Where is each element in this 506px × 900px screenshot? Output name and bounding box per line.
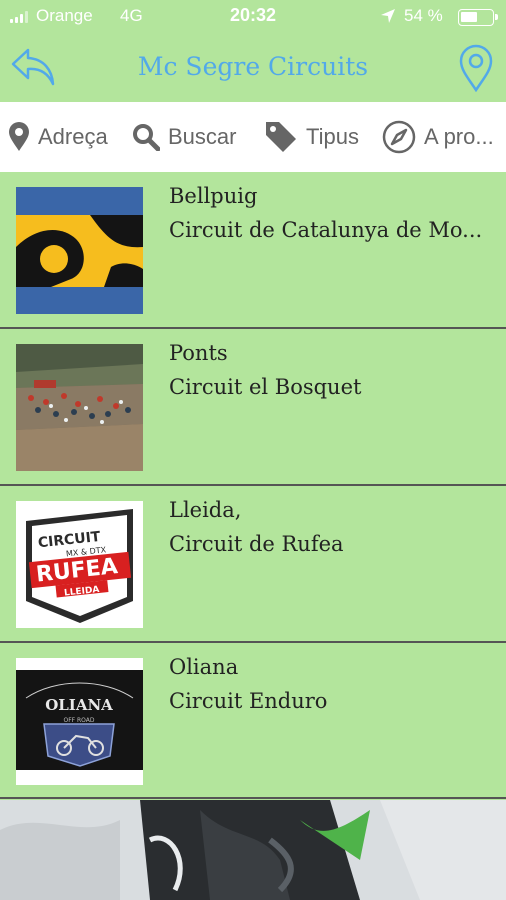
- filter-address[interactable]: Adreça: [8, 102, 108, 172]
- item-subtitle: Circuit el Bosquet: [169, 375, 362, 399]
- back-arrow-icon: [11, 48, 55, 86]
- filter-search[interactable]: Buscar: [132, 102, 236, 172]
- item-title: Oliana: [169, 655, 239, 679]
- background-photo: [0, 800, 506, 900]
- item-title: Lleida,: [169, 498, 242, 522]
- compass-icon: [382, 120, 416, 154]
- page-title: Mc Segre Circuits: [137, 52, 369, 81]
- battery-percent: 54 %: [404, 6, 443, 25]
- filter-nearby[interactable]: A pro...: [382, 102, 494, 172]
- rufea-logo: CIRCUIT MX & DTX RUFEA LLEIDA: [16, 501, 143, 628]
- circuit-list: Bellpuig Circuit de Catalunya de Mo... P…: [0, 172, 506, 799]
- logo-text: OFF ROAD: [63, 717, 94, 724]
- circuit-logo-bellpuig: [16, 187, 143, 314]
- item-title: Bellpuig: [169, 184, 258, 208]
- item-subtitle: Circuit de Rufea: [169, 532, 344, 556]
- tag-icon: [266, 122, 296, 152]
- oliana-logo: OLIANA OFF ROAD: [16, 658, 143, 785]
- filter-label: Tipus: [306, 124, 359, 149]
- list-item[interactable]: Ponts Circuit el Bosquet: [0, 329, 506, 486]
- motocross-race-photo: [16, 344, 143, 471]
- nav-bar: Mc Segre Circuits: [0, 34, 506, 102]
- filter-label: Adreça: [38, 124, 108, 149]
- filter-type[interactable]: Tipus: [264, 102, 359, 172]
- status-bar: Orange 4G 20:32 54 %: [0, 0, 506, 34]
- item-subtitle: Circuit de Catalunya de Mo...: [169, 218, 483, 242]
- list-item[interactable]: CIRCUIT MX & DTX RUFEA LLEIDA Lleida, Ci…: [0, 486, 506, 643]
- list-item[interactable]: OLIANA OFF ROAD Oliana Circuit Enduro: [0, 643, 506, 799]
- item-subtitle: Circuit Enduro: [169, 689, 328, 713]
- battery-icon: [458, 9, 498, 26]
- location-arrow-icon: [381, 9, 395, 23]
- list-item[interactable]: Bellpuig Circuit de Catalunya de Mo...: [0, 172, 506, 329]
- map-marker-icon: [9, 122, 29, 151]
- map-button[interactable]: [458, 44, 494, 93]
- item-title: Ponts: [169, 341, 228, 365]
- map-pin-icon: [459, 44, 493, 93]
- filter-bar: Adreça Buscar Tipus A pro...: [0, 102, 506, 172]
- filter-label: Buscar: [168, 124, 237, 149]
- filter-label: A pro...: [424, 124, 494, 149]
- search-icon: [133, 124, 160, 151]
- logo-text: OLIANA: [45, 696, 113, 714]
- back-button[interactable]: [10, 46, 56, 88]
